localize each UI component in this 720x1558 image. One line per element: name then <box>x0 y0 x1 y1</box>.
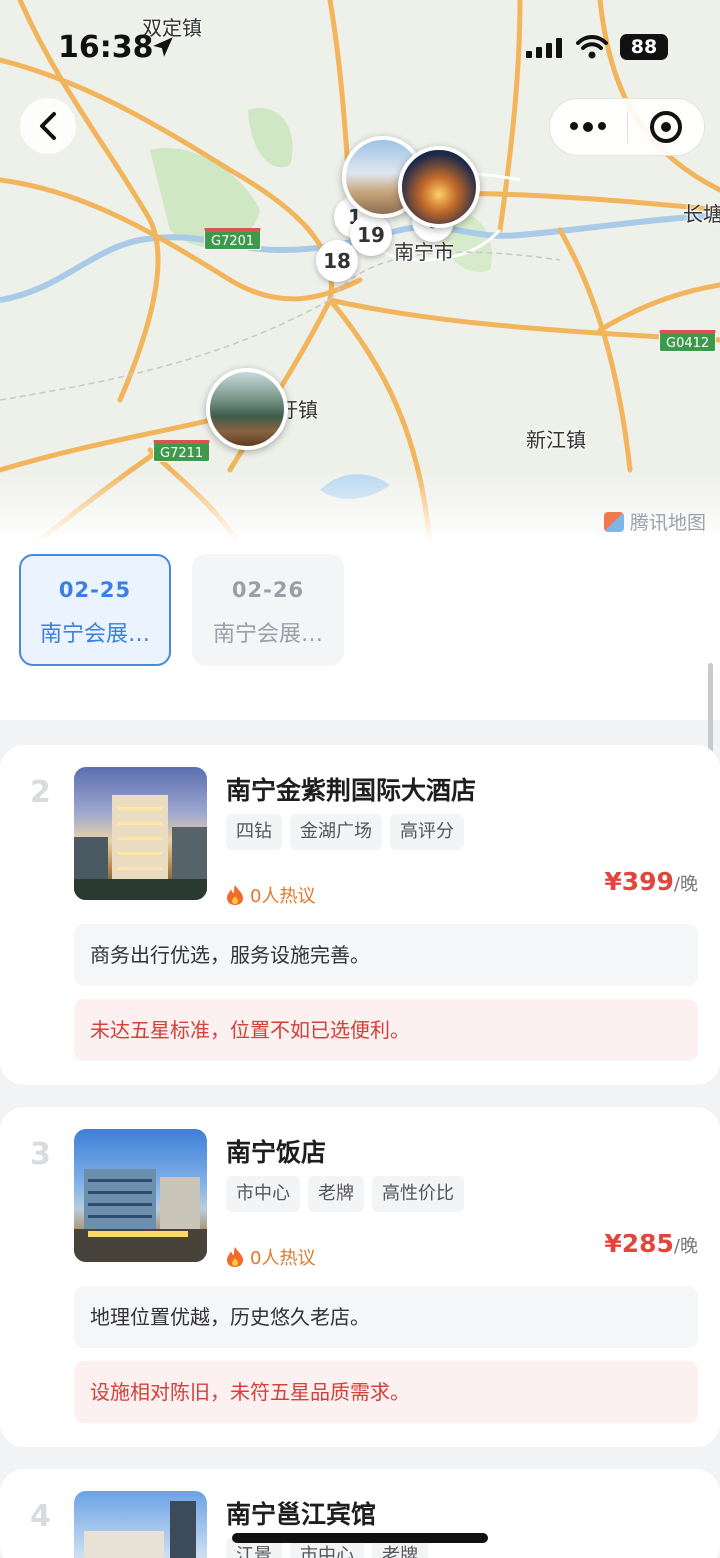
map-photo-marker[interactable] <box>206 368 288 450</box>
hotel-tags: 市中心 老牌 高性价比 <box>226 1176 464 1212</box>
hotel-price: ¥285 /晚 <box>604 1229 698 1258</box>
discussion-count: 0人热议 <box>250 886 316 907</box>
map-label-town: 新江镇 <box>526 428 586 452</box>
hotel-photo <box>74 1129 207 1262</box>
date-tab-date: 02-25 <box>58 578 132 602</box>
hotel-name: 南宁金紫荆国际大酒店 <box>226 776 477 805</box>
map-cluster-marker[interactable]: 19 <box>350 214 392 256</box>
price-amount: ¥285 <box>604 1229 674 1258</box>
hotel-tag: 高性价比 <box>372 1176 464 1212</box>
price-amount: ¥399 <box>604 867 674 896</box>
battery-indicator: 88 <box>620 34 668 60</box>
discussion-count: 0人热议 <box>250 1248 316 1269</box>
hotel-rank: 4 <box>30 1499 51 1534</box>
hotel-rank: 2 <box>30 775 51 810</box>
target-circle-icon <box>649 111 682 143</box>
hotel-con-note: 未达五星标准，位置不如已选便利。 <box>74 999 698 1061</box>
cellular-signal-icon <box>526 38 562 58</box>
map-watermark-text: 腾讯地图 <box>629 512 706 534</box>
hotel-discussion: 0人热议 <box>226 1244 315 1270</box>
more-button[interactable] <box>550 99 627 155</box>
hotel-card[interactable]: 3 南宁饭店 市中心 老牌 高性价比 0人热议 ¥285 /晚 地理位置优越，历… <box>0 1107 720 1447</box>
hotel-card[interactable]: 4 南宁邕江宾馆 江景 市中心 老牌 <box>0 1469 720 1558</box>
status-bar: 16:38 88 <box>0 0 720 95</box>
map-watermark: 腾讯地图 <box>603 508 706 535</box>
more-dots-icon <box>570 122 607 132</box>
hotel-pro-note: 地理位置优越，历史悠久老店。 <box>74 1286 698 1348</box>
price-unit: /晚 <box>673 1236 698 1257</box>
road-shield: G7211 <box>153 440 211 462</box>
price-unit: /晚 <box>673 874 698 895</box>
map-label-town: 长塘 <box>683 202 720 226</box>
map-cluster-marker[interactable]: 18 <box>316 240 358 282</box>
hotel-photo <box>74 767 207 900</box>
chevron-left-icon <box>40 112 56 140</box>
hotel-pro-note: 商务出行优选，服务设施完善。 <box>74 924 698 986</box>
hotel-tag: 金湖广场 <box>290 814 382 850</box>
hotel-tag: 高评分 <box>390 814 464 850</box>
location-arrow-icon <box>153 37 173 57</box>
hotel-price: ¥399 /晚 <box>604 867 698 896</box>
hotel-building-image <box>84 1501 196 1558</box>
road-shield: G0412 <box>659 330 717 352</box>
miniapp-capsule <box>549 98 705 156</box>
hotel-photo <box>74 1491 207 1558</box>
date-selector: 02-25 南宁会展… 02-26 南宁会展… <box>0 540 720 720</box>
hotel-card[interactable]: 2 南宁金紫荆国际大酒店 四钻 金湖广场 高评分 0人热议 ¥399 /晚 商务… <box>0 745 720 1085</box>
date-tab[interactable]: 02-26 南宁会展… <box>192 554 344 666</box>
hotel-tag: 市中心 <box>226 1176 300 1212</box>
hotel-con-note: 设施相对陈旧，未符五星品质需求。 <box>74 1361 698 1423</box>
hotel-tag: 四钻 <box>226 814 282 850</box>
road-shield: G7201 <box>204 228 262 250</box>
fire-icon <box>227 1247 243 1267</box>
hotel-name: 南宁邕江宾馆 <box>226 1500 377 1529</box>
close-miniapp-button[interactable] <box>628 99 705 155</box>
hotel-discussion: 0人热议 <box>226 882 315 908</box>
hotel-rank: 3 <box>30 1137 51 1172</box>
map-photo-marker[interactable] <box>398 146 480 228</box>
hotel-building-image <box>74 1169 207 1262</box>
wifi-icon <box>576 35 608 59</box>
date-tab-active[interactable]: 02-25 南宁会展… <box>19 554 171 666</box>
status-time: 16:38 <box>58 30 154 65</box>
tencent-map-logo <box>603 511 624 532</box>
date-tab-venue: 南宁会展… <box>39 622 150 647</box>
home-indicator <box>232 1533 488 1543</box>
back-button[interactable] <box>20 98 76 154</box>
date-tab-venue: 南宁会展… <box>212 622 323 647</box>
hotel-tag: 老牌 <box>308 1176 364 1212</box>
date-tab-date: 02-26 <box>231 578 305 602</box>
fire-icon <box>227 885 243 905</box>
hotel-name: 南宁饭店 <box>226 1138 327 1167</box>
hotel-building-image <box>74 795 207 900</box>
hotel-tags: 四钻 金湖广场 高评分 <box>226 814 464 850</box>
